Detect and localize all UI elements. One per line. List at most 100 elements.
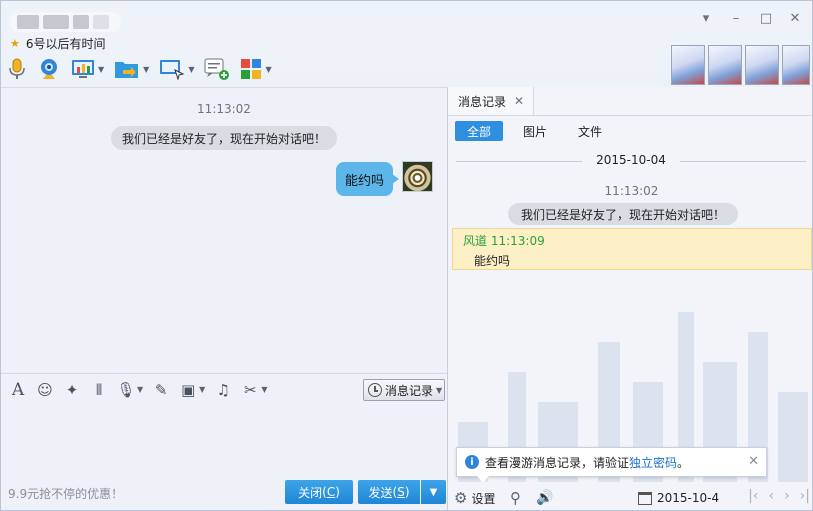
first-page-icon[interactable]: |‹	[748, 488, 758, 504]
blur-block	[93, 15, 109, 29]
close-tab-icon[interactable]: ✕	[514, 94, 524, 108]
close-chat-button[interactable]: 关闭(C)	[285, 480, 353, 504]
tab-divider	[448, 115, 812, 116]
screen-share-button[interactable]: ▼	[159, 56, 194, 82]
contact-name-blurred	[9, 12, 121, 32]
message-history-button[interactable]: 消息记录 ▼	[363, 379, 445, 401]
settings-button[interactable]: ⚙ 设置	[454, 489, 495, 507]
chevron-down-icon[interactable]: ▼	[98, 65, 104, 74]
chevron-down-icon[interactable]: ▼	[188, 65, 194, 74]
tab-label: 消息记录	[458, 94, 507, 109]
clock-icon	[368, 383, 382, 397]
close-shortcut: C	[326, 485, 336, 499]
editor-toolbar: A ☺ ✦ ⦀ 🎙 ▼ ✎ ▣ ▼ ♫ ✂ ▼ 消息记录 ▼	[1, 373, 447, 405]
history-system-message: 我们已经是好友了，现在开始对话吧！	[508, 203, 739, 225]
calendar-icon	[638, 491, 652, 505]
date-picker[interactable]: 2015-10-4	[638, 491, 719, 505]
chevron-down-icon[interactable]: ▼	[137, 385, 143, 394]
filter-images[interactable]: 图片	[514, 121, 556, 141]
microphone-icon	[9, 58, 25, 79]
next-page-icon[interactable]: ›	[784, 488, 790, 504]
maximize-button[interactable]: □	[755, 9, 777, 27]
sender-time: 11:13:09	[490, 234, 545, 248]
my-message-bubble[interactable]: 能约吗	[336, 162, 399, 196]
title-bar: ★ 6号以后有时间 ▾ – □ ✕ ▼ ▼ ▼ ▼	[1, 1, 812, 87]
last-page-icon[interactable]: ›|	[800, 488, 810, 504]
blur-block	[17, 15, 39, 29]
verify-password-notice: i 查看漫游消息记录，请验证独立密码。 ✕	[456, 447, 767, 483]
font-icon[interactable]: A	[9, 380, 27, 400]
dropdown-menu-button[interactable]: ▾	[695, 9, 717, 27]
show-thumbnail[interactable]	[708, 45, 742, 85]
shake-window-icon[interactable]: ⦀	[90, 381, 108, 399]
music-icon[interactable]: ♫	[214, 381, 232, 399]
star-icon: ★	[10, 36, 20, 50]
history-pagination: |‹ ‹ › ›|	[748, 488, 810, 504]
history-date: 2015-10-04	[582, 153, 680, 167]
settings-label: 设置	[471, 491, 496, 506]
chevron-down-icon[interactable]: ▼	[261, 385, 267, 394]
notice-text: 查看漫游消息记录，请验证独立密码。	[485, 454, 689, 471]
show-thumbnail[interactable]	[782, 45, 810, 85]
date-picker-value: 2015-10-4	[657, 491, 720, 505]
verify-password-link[interactable]: 独立密码	[629, 456, 677, 470]
show-thumbnail[interactable]	[745, 45, 779, 85]
search-icon[interactable]: ⚲	[510, 489, 521, 507]
chevron-down-icon[interactable]: ▼	[265, 65, 271, 74]
history-panel: 消息记录 ✕ 全部 图片 文件 2015-10-04 11:13:02 我们已经…	[447, 87, 812, 510]
contact-status: ★ 6号以后有时间	[10, 35, 106, 51]
image-icon[interactable]: ▣	[179, 381, 197, 399]
contact-show-thumbnails	[671, 45, 810, 85]
video-call-button[interactable]	[37, 56, 61, 82]
avatar[interactable]	[402, 161, 433, 192]
history-button-label: 消息记录	[385, 383, 434, 398]
filter-all[interactable]: 全部	[455, 121, 503, 141]
chevron-down-icon[interactable]: ▼	[143, 65, 149, 74]
voice-call-button[interactable]	[7, 56, 27, 82]
show-thumbnail[interactable]	[671, 45, 705, 85]
magic-wand-icon[interactable]: ✦	[63, 381, 81, 399]
prev-page-icon[interactable]: ‹	[768, 488, 774, 504]
chevron-down-icon[interactable]: ▼	[199, 385, 205, 394]
system-message: 我们已经是好友了，现在开始对话吧！	[111, 126, 338, 150]
history-message-highlighted[interactable]: 风道 11:13:09 能约吗	[452, 228, 812, 270]
promo-link[interactable]: 9.9元抢不停的优惠！	[8, 485, 123, 502]
close-notice-icon[interactable]: ✕	[748, 454, 759, 469]
blur-block	[73, 15, 89, 29]
speaker-icon[interactable]: 🔊	[536, 490, 553, 506]
send-options-button[interactable]: ▼	[421, 480, 446, 504]
close-button-label: 关闭	[298, 485, 323, 500]
voice-message-icon[interactable]: 🎙	[116, 381, 135, 399]
screen-share-icon	[160, 60, 185, 80]
edit-note-icon[interactable]: ✎	[152, 381, 170, 399]
tab-message-history[interactable]: 消息记录 ✕	[448, 87, 534, 115]
chat-add-icon	[204, 58, 230, 80]
main-toolbar: ▼ ▼ ▼ ▼	[7, 55, 272, 83]
scissors-icon[interactable]: ✂	[241, 381, 259, 399]
history-timestamp: 11:13:02	[604, 184, 659, 198]
chat-window: ★ 6号以后有时间 ▾ – □ ✕ ▼ ▼ ▼ ▼ 11:13:02 我们已经是…	[0, 0, 813, 511]
monitor-chart-icon	[72, 60, 94, 78]
file-transfer-button[interactable]: ▼	[114, 56, 149, 82]
status-text: 6号以后有时间	[25, 36, 106, 51]
create-group-button[interactable]	[204, 56, 230, 82]
chevron-down-icon: ▼	[429, 486, 438, 498]
remote-desktop-button[interactable]: ▼	[71, 56, 104, 82]
emoji-icon[interactable]: ☺	[36, 381, 54, 399]
send-shortcut: S	[397, 485, 405, 499]
message-sender: 风道 11:13:09	[463, 232, 545, 249]
blur-block	[43, 15, 69, 29]
message-timestamp: 11:13:02	[197, 102, 251, 116]
message-list[interactable]: 11:13:02 我们已经是好友了，现在开始对话吧！	[1, 87, 447, 372]
gear-icon: ⚙	[454, 489, 468, 507]
folder-arrow-icon	[115, 62, 139, 78]
send-button-label: 发送	[368, 485, 393, 500]
minimize-button[interactable]: –	[725, 9, 747, 27]
send-button[interactable]: 发送(S)	[358, 480, 420, 504]
close-button[interactable]: ✕	[784, 9, 806, 27]
apps-button[interactable]: ▼	[240, 56, 272, 82]
webcam-icon	[41, 59, 57, 79]
apps-grid-icon	[241, 59, 262, 79]
filter-files[interactable]: 文件	[569, 121, 611, 141]
notice-end: 。	[677, 455, 690, 470]
